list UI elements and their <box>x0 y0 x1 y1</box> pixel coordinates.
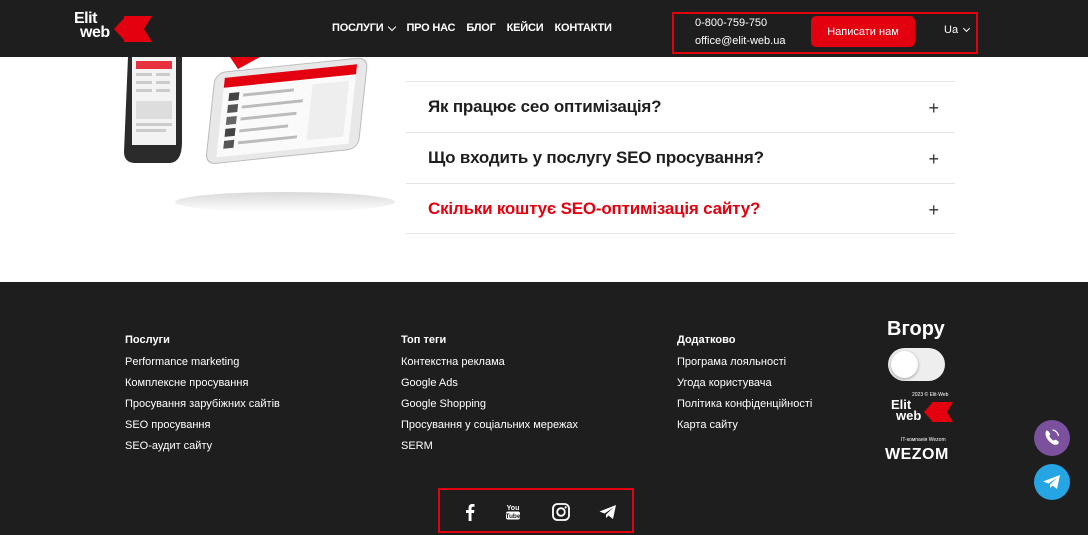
faq-item[interactable]: Як працює сео оптимізація? + <box>406 81 955 132</box>
nav-cases[interactable]: КЕЙСИ <box>507 22 544 34</box>
nav-contacts[interactable]: КОНТАКТИ <box>554 22 611 34</box>
write-us-button[interactable]: Написати нам <box>811 16 915 47</box>
site-footer: Послуги Performance marketing Комплексне… <box>0 282 1088 535</box>
nav-cases-label: КЕЙСИ <box>506 22 544 34</box>
nav-about[interactable]: ПРО НАС <box>406 22 455 34</box>
site-header: Elit web ПОСЛУГИ ПРО НАС БЛОГ КЕЙСИ КОНТ… <box>0 0 1088 57</box>
svg-text:Tube: Tube <box>505 513 520 520</box>
faq-item[interactable]: Скільки коштує SEO-оптимізація сайту? + <box>406 183 955 234</box>
footer-link[interactable]: Політика конфіденційності <box>677 398 812 410</box>
chevron-down-icon <box>388 22 397 31</box>
logo-flag-icon <box>924 402 953 422</box>
youtube-icon[interactable]: You Tube <box>503 502 523 522</box>
faq-accordion: Як працює сео оптимізація? + Що входить … <box>406 81 955 234</box>
chevron-down-icon <box>963 24 971 33</box>
footer-column-title: Додатково <box>677 334 736 346</box>
language-selector[interactable]: Ua <box>944 24 971 36</box>
logo-text-line2: web <box>80 24 110 41</box>
language-label: Ua <box>944 24 959 36</box>
nav-services[interactable]: ПОСЛУГИ <box>332 22 397 34</box>
footer-link[interactable]: SEO просування <box>125 419 280 431</box>
plus-icon[interactable]: + <box>928 200 939 221</box>
faq-question: Що входить у послугу SEO просування? <box>428 148 764 167</box>
telegram-icon <box>1043 475 1060 489</box>
footer-tags-column: Топ теги Контекстна реклама Google Ads G… <box>401 334 578 461</box>
footer-link[interactable]: Performance marketing <box>125 356 280 368</box>
social-links: You Tube <box>438 488 634 533</box>
logo-flag-icon <box>114 16 152 42</box>
footer-link[interactable]: Карта сайту <box>677 419 812 431</box>
footer-link[interactable]: SEO-аудит сайту <box>125 440 280 452</box>
faq-question: Скільки коштує SEO-оптимізація сайту? <box>428 199 761 218</box>
header-contact-block: 0-800-759-750 office@elit-web.ua Написат… <box>672 12 978 54</box>
logo-text-line2: web <box>896 408 922 423</box>
nav-about-label: ПРО НАС <box>406 22 456 34</box>
footer-link[interactable]: SERM <box>401 440 578 452</box>
viber-icon <box>1045 429 1060 445</box>
instagram-icon[interactable] <box>551 502 571 522</box>
nav-blog-label: БЛОГ <box>466 22 496 34</box>
footer-link[interactable]: Просування зарубіжних сайтів <box>125 398 280 410</box>
scroll-top-label[interactable]: Вгору <box>887 318 945 341</box>
wezom-logo[interactable]: WEZOM <box>885 446 949 464</box>
nav-services-label: ПОСЛУГИ <box>332 22 384 34</box>
footer-link[interactable]: Програма лояльності <box>677 356 812 368</box>
phone-link[interactable]: 0-800-759-750 <box>695 17 767 29</box>
footer-link[interactable]: Угода користувача <box>677 377 812 389</box>
facebook-icon[interactable] <box>460 502 480 522</box>
plus-icon[interactable]: + <box>928 149 939 170</box>
footer-link[interactable]: Google Shopping <box>401 398 578 410</box>
footer-logo[interactable]: Elit web <box>891 398 955 425</box>
copyright-text: 2023 © Elit-Web <box>912 392 949 398</box>
viber-button[interactable] <box>1034 420 1070 456</box>
partner-note: IT-компанія Wezom <box>901 437 946 443</box>
telegram-icon[interactable] <box>598 502 618 522</box>
toggle-knob <box>891 351 918 378</box>
nav-contacts-label: КОНТАКТИ <box>554 22 612 34</box>
telegram-button[interactable] <box>1034 464 1070 500</box>
footer-link[interactable]: Контекстна реклама <box>401 356 578 368</box>
footer-column-title: Послуги <box>125 334 170 346</box>
scroll-top-toggle[interactable] <box>888 348 945 381</box>
footer-link[interactable]: Комплексне просування <box>125 377 280 389</box>
footer-link[interactable]: Google Ads <box>401 377 578 389</box>
faq-question: Як працює сео оптимізація? <box>428 97 662 116</box>
footer-extra-column: Додатково Програма лояльності Угода кори… <box>677 334 812 440</box>
svg-text:You: You <box>507 505 520 512</box>
plus-icon[interactable]: + <box>928 98 939 119</box>
faq-item[interactable]: Що входить у послугу SEO просування? + <box>406 132 955 183</box>
footer-column-title: Топ теги <box>401 334 447 346</box>
nav-blog[interactable]: БЛОГ <box>466 22 496 34</box>
elit-web-logo[interactable]: Elit web <box>74 11 156 44</box>
footer-services-column: Послуги Performance marketing Комплексне… <box>125 334 280 461</box>
email-link[interactable]: office@elit-web.ua <box>695 35 785 47</box>
footer-link[interactable]: Просування у соціальних мережах <box>401 419 578 431</box>
main-nav: ПОСЛУГИ ПРО НАС БЛОГ КЕЙСИ КОНТАКТИ <box>332 22 612 34</box>
phones-illustration <box>124 57 395 212</box>
